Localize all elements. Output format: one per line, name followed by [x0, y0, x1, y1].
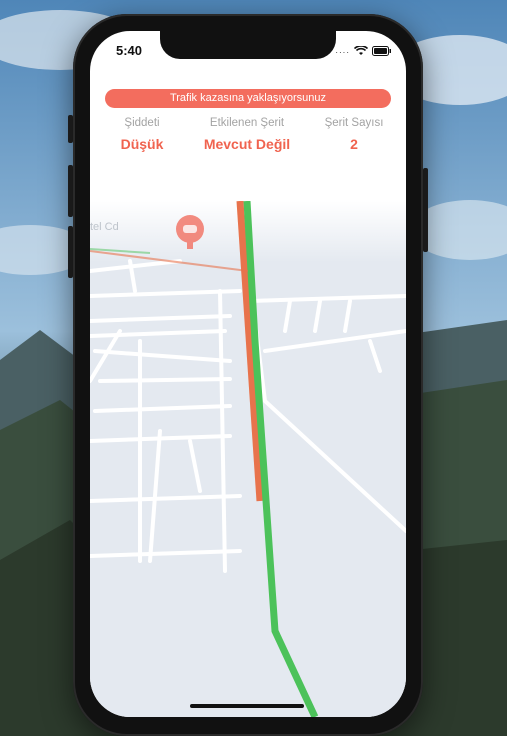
battery-icon	[372, 43, 392, 61]
status-time: 5:40	[116, 43, 143, 58]
lane-count-label: Şerit Sayısı	[324, 117, 384, 129]
wifi-icon	[353, 43, 369, 61]
status-icons: ····	[335, 43, 392, 61]
alert-banner: Trafik kazasına yaklaşıyorsunuz	[105, 89, 391, 108]
home-indicator[interactable]	[190, 704, 304, 708]
power-button	[423, 168, 428, 252]
navigation-map[interactable]: tel Cd	[90, 200, 406, 717]
affected-lane-value: Mevcut Değil	[203, 136, 291, 152]
signal-dots-icon: ····	[335, 47, 350, 57]
lane-count-block: Şerit Sayısı 2	[316, 117, 392, 152]
severity-value: Düşük	[120, 136, 164, 152]
accident-marker-icon[interactable]	[176, 215, 204, 249]
severity-label: Şiddeti	[124, 117, 160, 129]
affected-lane-block: Etkilenen Şerit Mevcut Değil	[192, 117, 302, 152]
lane-count-value: 2	[350, 136, 358, 152]
phone-screen: tel Cd 5:40 ···· Trafik kazasına yaklaşı…	[90, 31, 406, 717]
phone-frame: tel Cd 5:40 ···· Trafik kazasına yaklaşı…	[73, 14, 423, 736]
device-notch	[160, 31, 336, 59]
severity-block: Şiddeti Düşük	[112, 117, 172, 152]
affected-lane-label: Etkilenen Şerit	[209, 117, 285, 129]
street-label: tel Cd	[90, 221, 119, 233]
